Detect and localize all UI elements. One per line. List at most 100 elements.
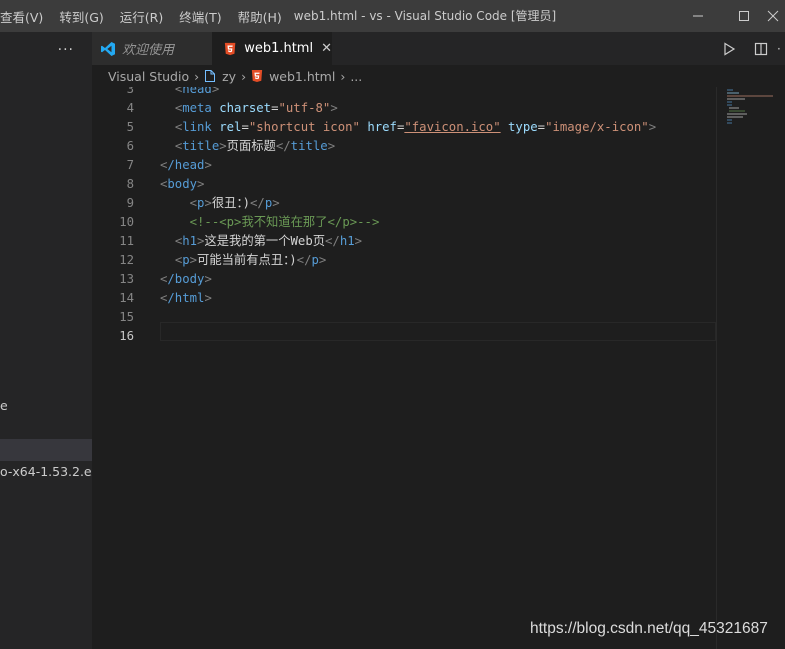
close-window-button[interactable] xyxy=(767,0,785,32)
code-token: h1 xyxy=(339,234,355,248)
split-editor-button[interactable] xyxy=(745,42,777,56)
close-icon xyxy=(767,10,779,22)
code-token: charset xyxy=(219,101,272,115)
code-token: > xyxy=(197,177,205,191)
code-token: > xyxy=(330,101,338,115)
chevron-right-icon: › xyxy=(241,68,247,84)
line-number: 10 xyxy=(119,215,134,229)
code-token: > xyxy=(648,120,657,134)
line-number: 7 xyxy=(126,158,134,172)
code-token: link xyxy=(182,120,212,134)
code-token: p xyxy=(311,253,319,267)
tab-close-icon[interactable]: ✕ xyxy=(321,41,332,56)
code-token: "utf-8" xyxy=(278,101,331,115)
split-editor-icon xyxy=(754,42,768,55)
chevron-right-icon: › xyxy=(340,68,346,84)
watermark-text: https://blog.csdn.net/qq_45321687 xyxy=(530,620,768,637)
breadcrumb-folder[interactable]: zy xyxy=(222,69,236,84)
line-number: 4 xyxy=(126,101,134,115)
maximize-button[interactable] xyxy=(721,0,767,32)
code-token: 页面标题 xyxy=(226,139,276,153)
maximize-icon xyxy=(739,11,749,21)
code-line: </body> xyxy=(160,270,212,289)
code-line: <head> xyxy=(160,87,219,99)
code-token: > xyxy=(211,87,220,96)
tab-welcome[interactable]: 欢迎使用 xyxy=(92,32,212,65)
code-editor[interactable]: 3 4 5 6 7 8 9 10 11 12 13 14 15 16 <head> <meta chars… xyxy=(92,87,716,649)
code-token: meta xyxy=(182,101,212,115)
breadcrumb-root[interactable]: Visual Studio xyxy=(108,69,189,84)
code-token: </ xyxy=(296,253,312,267)
menu-bar: 查看(V) 转到(G) 运行(R) 终端(T) 帮助(H) xyxy=(0,0,290,32)
code-token: > xyxy=(204,158,212,172)
more-actions-icon[interactable]: ... xyxy=(58,38,74,54)
more-actions-icon[interactable]: · xyxy=(777,42,785,56)
breadcrumb-more[interactable]: ... xyxy=(350,69,362,84)
play-icon xyxy=(724,41,736,56)
line-number: 15 xyxy=(119,310,134,324)
line-number: 8 xyxy=(126,177,134,191)
code-token: head xyxy=(182,87,212,96)
code-line: <h1>这是我的第一个Web页</h1> xyxy=(160,232,362,251)
explorer-sidebar: ... e o-x64-1.53.2.exe xyxy=(0,32,92,649)
minimize-button[interactable] xyxy=(675,0,721,32)
run-button[interactable] xyxy=(713,41,745,56)
window-title: web1.html - vs - Visual Studio Code [管理员… xyxy=(293,9,557,23)
code-token: > xyxy=(204,272,212,286)
code-token: > xyxy=(354,234,363,248)
minimize-icon xyxy=(693,15,703,17)
code-token: </ xyxy=(325,234,340,248)
menu-item-terminal[interactable]: 终端(T) xyxy=(179,7,229,26)
code-token: p xyxy=(182,253,190,267)
code-line: <p>很丑：)</p> xyxy=(160,194,280,213)
code-token: rel xyxy=(219,120,242,134)
code-token: </ xyxy=(275,139,291,153)
menu-item-view[interactable]: 查看(V) xyxy=(0,7,51,26)
breadcrumb-file[interactable]: web1.html xyxy=(269,69,335,84)
code-line: <body> xyxy=(160,175,204,194)
code-token: <!--<p>我不知道在那了</p>--> xyxy=(189,215,380,229)
line-number: 11 xyxy=(119,234,134,248)
tab-welcome-label: 欢迎使用 xyxy=(122,43,175,58)
current-line-highlight xyxy=(160,322,716,341)
menu-item-run[interactable]: 运行(R) xyxy=(120,7,171,26)
code-line: <title>页面标题</title> xyxy=(160,137,335,156)
code-token: title xyxy=(290,139,328,153)
code-token: /html xyxy=(167,291,205,305)
tab-web1-label: web1.html xyxy=(244,41,314,56)
code-token: > xyxy=(318,253,327,267)
code-token: = xyxy=(241,120,249,134)
menu-item-goto[interactable]: 转到(G) xyxy=(59,7,111,26)
line-number: 9 xyxy=(126,196,134,210)
explorer-item[interactable]: e xyxy=(0,395,92,417)
minimap[interactable] xyxy=(716,87,785,649)
line-number: 6 xyxy=(126,139,134,153)
code-line: <link rel="shortcut icon" href="favicon.… xyxy=(160,118,656,137)
code-token: "shortcut icon" xyxy=(248,120,360,134)
code-token: > xyxy=(189,253,198,267)
explorer-selected-item[interactable] xyxy=(0,439,92,461)
line-number: 16 xyxy=(119,329,134,343)
title-bar: 查看(V) 转到(G) 运行(R) 终端(T) 帮助(H) web1.html … xyxy=(0,0,785,32)
code-line: <p>可能当前有点丑：)</p> xyxy=(160,251,326,270)
code-token: > xyxy=(204,196,212,210)
code-token: 很丑：) xyxy=(211,196,250,210)
code-token: "favicon.ico" xyxy=(404,120,501,134)
breadcrumb: Visual Studio › zy › web1.html › ... xyxy=(92,65,785,87)
code-token: 可能当前有点丑：) xyxy=(197,253,297,267)
code-token: = xyxy=(537,120,546,134)
line-number: 12 xyxy=(119,253,134,267)
code-token: </ xyxy=(250,196,265,210)
vscode-icon xyxy=(101,41,115,56)
code-token: > xyxy=(204,291,212,305)
tab-web1-html[interactable]: web1.html ✕ xyxy=(212,32,332,65)
code-line: <!--<p>我不知道在那了</p>--> xyxy=(160,213,380,232)
explorer-item[interactable]: o-x64-1.53.2.exe xyxy=(0,461,92,483)
code-token: "image/x-icon" xyxy=(545,120,649,134)
code-line: </html> xyxy=(160,289,212,308)
